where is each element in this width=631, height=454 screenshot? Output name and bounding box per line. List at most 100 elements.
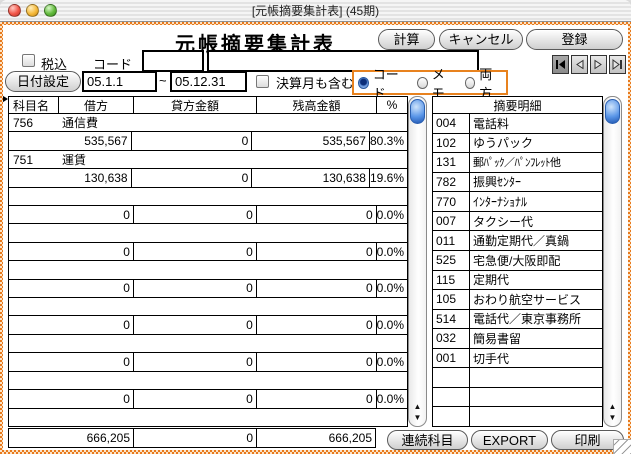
credit-amount: 0 [133, 206, 256, 223]
date-from-input[interactable] [82, 71, 157, 92]
credit-amount: 0 [133, 316, 256, 333]
credit-amount: 0 [131, 169, 252, 186]
go-next-icon[interactable] [590, 55, 607, 74]
account-row[interactable] [9, 261, 407, 279]
percent-value: 80.3% [369, 132, 407, 149]
detail-row[interactable]: 782振興ｾﾝﾀｰ [433, 173, 602, 193]
detail-name: 電話代／東京事務所 [470, 310, 602, 327]
go-previous-icon[interactable] [571, 55, 588, 74]
credit-amount: 0 [131, 132, 252, 149]
date-to-input[interactable] [170, 71, 247, 92]
detail-row[interactable]: 011通勤定期代／真鍋 [433, 231, 602, 251]
total-balance: 666,205 [256, 429, 375, 447]
scroll-down-arrow[interactable]: ▼ [409, 413, 426, 423]
traffic-lights [8, 4, 57, 17]
minimize-icon[interactable] [26, 4, 39, 17]
percent-value: 0.0% [376, 390, 407, 407]
detail-row[interactable]: 770ｲﾝﾀｰﾅｼｮﾅﾙ [433, 192, 602, 212]
code-input[interactable] [142, 50, 204, 72]
detail-name: おわり航空サービス [470, 291, 602, 308]
accounts-column-header: 科目名 [9, 97, 58, 113]
details-table-body: 004電話料102ゆうパック131郵ﾊﾟｯｸ／ﾊﾟﾝﾌﾚｯﾄ他782振興ｾﾝﾀｰ… [433, 114, 602, 426]
scroll-thumb[interactable] [605, 99, 620, 124]
detail-code [433, 368, 470, 387]
detail-code: 004 [433, 114, 470, 133]
account-row[interactable] [9, 224, 407, 242]
detail-row[interactable]: 032簡易書留 [433, 329, 602, 349]
total-credit: 0 [133, 429, 256, 447]
register-button[interactable]: 登録 [526, 29, 623, 50]
detail-code: 131 [433, 153, 470, 172]
amount-row[interactable]: 0000.0% [9, 316, 407, 334]
account-row[interactable] [9, 298, 407, 316]
detail-code: 007 [433, 212, 470, 231]
resize-handle-icon[interactable] [613, 439, 631, 454]
closing-month-label: 決算月も含む [276, 73, 354, 92]
credit-amount: 0 [133, 243, 256, 260]
detail-row[interactable] [433, 388, 602, 408]
detail-row[interactable]: 514電話代／東京事務所 [433, 310, 602, 330]
scroll-up-arrow[interactable]: ▲ [409, 402, 426, 412]
accounts-scrollbar[interactable]: ▲ ▼ [408, 96, 427, 427]
zoom-icon[interactable] [44, 4, 57, 17]
detail-code: 770 [433, 192, 470, 211]
detail-row[interactable]: 007タクシー代 [433, 212, 602, 232]
detail-name: 簡易書留 [470, 330, 602, 347]
account-row[interactable] [9, 188, 407, 206]
titlebar[interactable]: [元帳摘要集計表] (45期) [0, 0, 631, 22]
accounts-column-header: 残高金額 [256, 97, 376, 113]
balance-amount: 0 [256, 390, 376, 407]
debit-amount: 0 [9, 243, 133, 260]
record-navigation [552, 55, 626, 74]
detail-row[interactable]: 131郵ﾊﾟｯｸ／ﾊﾟﾝﾌﾚｯﾄ他 [433, 153, 602, 173]
scroll-down-arrow[interactable]: ▼ [604, 413, 621, 423]
detail-code: 001 [433, 349, 470, 368]
balance-amount: 0 [256, 243, 376, 260]
radio-icon[interactable] [465, 77, 476, 89]
go-last-icon[interactable] [609, 55, 626, 74]
detail-row[interactable]: 004電話料 [433, 114, 602, 134]
detail-row[interactable]: 115定期代 [433, 271, 602, 291]
scroll-thumb[interactable] [410, 99, 425, 124]
closing-month-checkbox[interactable] [256, 75, 269, 88]
amount-row[interactable]: 0000.0% [9, 206, 407, 224]
detail-row[interactable]: 105おわり航空サービス [433, 290, 602, 310]
detail-row[interactable]: 525宅急便/大阪即配 [433, 251, 602, 271]
cancel-button[interactable]: キャンセル [439, 29, 523, 50]
detail-row[interactable] [433, 407, 602, 426]
export-button[interactable]: EXPORT [471, 430, 548, 450]
close-icon[interactable] [8, 4, 21, 17]
radio-icon[interactable] [358, 77, 369, 89]
date-setting-button[interactable]: 日付設定 [5, 71, 81, 92]
accounts-table-body: 756通信費535,5670535,56780.3%751運賃130,63801… [9, 114, 407, 426]
radio-icon[interactable] [417, 77, 428, 89]
account-row[interactable]: 751運賃 [9, 151, 407, 169]
calc-button[interactable]: 計算 [378, 29, 435, 50]
amount-row[interactable]: 0000.0% [9, 390, 407, 408]
detail-code [433, 407, 470, 426]
amount-row[interactable]: 0000.0% [9, 280, 407, 298]
detail-name: ゆうパック [470, 134, 602, 151]
detail-code [433, 388, 470, 407]
amount-row[interactable]: 0000.0% [9, 243, 407, 261]
account-row[interactable] [9, 409, 407, 426]
go-first-icon[interactable] [552, 55, 569, 74]
account-row[interactable] [9, 335, 407, 353]
account-row[interactable]: 756通信費 [9, 114, 407, 132]
account-row[interactable] [9, 372, 407, 390]
scroll-up-arrow[interactable]: ▲ [604, 402, 621, 412]
account-name: 通信費 [62, 114, 98, 131]
balance-amount: 0 [256, 280, 376, 297]
amount-row[interactable]: 535,5670535,56780.3% [9, 132, 407, 150]
details-scrollbar[interactable]: ▲ ▼ [603, 96, 622, 427]
tax-included-checkbox[interactable] [22, 54, 35, 67]
detail-code: 011 [433, 231, 470, 250]
continuous-subject-button[interactable]: 連続科目 [387, 430, 468, 450]
detail-row[interactable] [433, 368, 602, 388]
account-code: 751 [9, 153, 62, 167]
amount-row[interactable]: 0000.0% [9, 353, 407, 371]
amount-row[interactable]: 130,6380130,63819.6% [9, 169, 407, 187]
percent-value: 0.0% [376, 316, 407, 333]
detail-row[interactable]: 001切手代 [433, 349, 602, 369]
detail-row[interactable]: 102ゆうパック [433, 134, 602, 154]
